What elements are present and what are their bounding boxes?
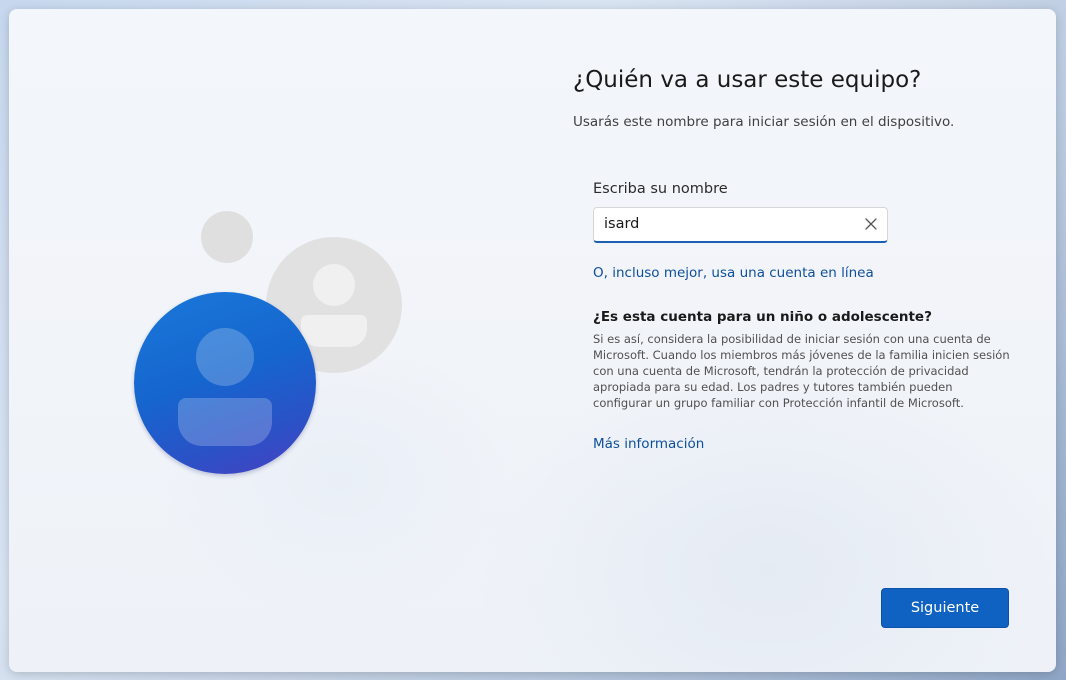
name-field-label: Escriba su nombre [593,181,728,197]
user-avatar-head [196,328,254,386]
child-section-title: ¿Es esta cuenta para un niño o adolescen… [593,309,932,325]
name-field[interactable] [593,207,888,243]
user-illustration [9,9,529,672]
more-info-link[interactable]: Más información [593,436,704,452]
page-subtitle: Usarás este nombre para iniciar sesión e… [573,114,955,130]
online-account-link[interactable]: O, incluso mejor, usa una cuenta en líne… [593,265,874,281]
secondary-user-body [301,315,367,347]
child-section-body: Si es así, considera la posibilidad de i… [593,332,1010,410]
setup-window: ¿Quién va a usar este equipo? Usarás est… [9,9,1056,672]
name-input[interactable] [604,208,854,240]
close-icon[interactable] [861,214,881,234]
user-avatar-body [178,398,272,446]
next-button[interactable]: Siguiente [881,588,1009,628]
user-avatar-icon [134,292,316,474]
secondary-user-head [313,264,355,306]
small-dot-icon [201,211,253,263]
page-title: ¿Quién va a usar este equipo? [573,67,922,93]
